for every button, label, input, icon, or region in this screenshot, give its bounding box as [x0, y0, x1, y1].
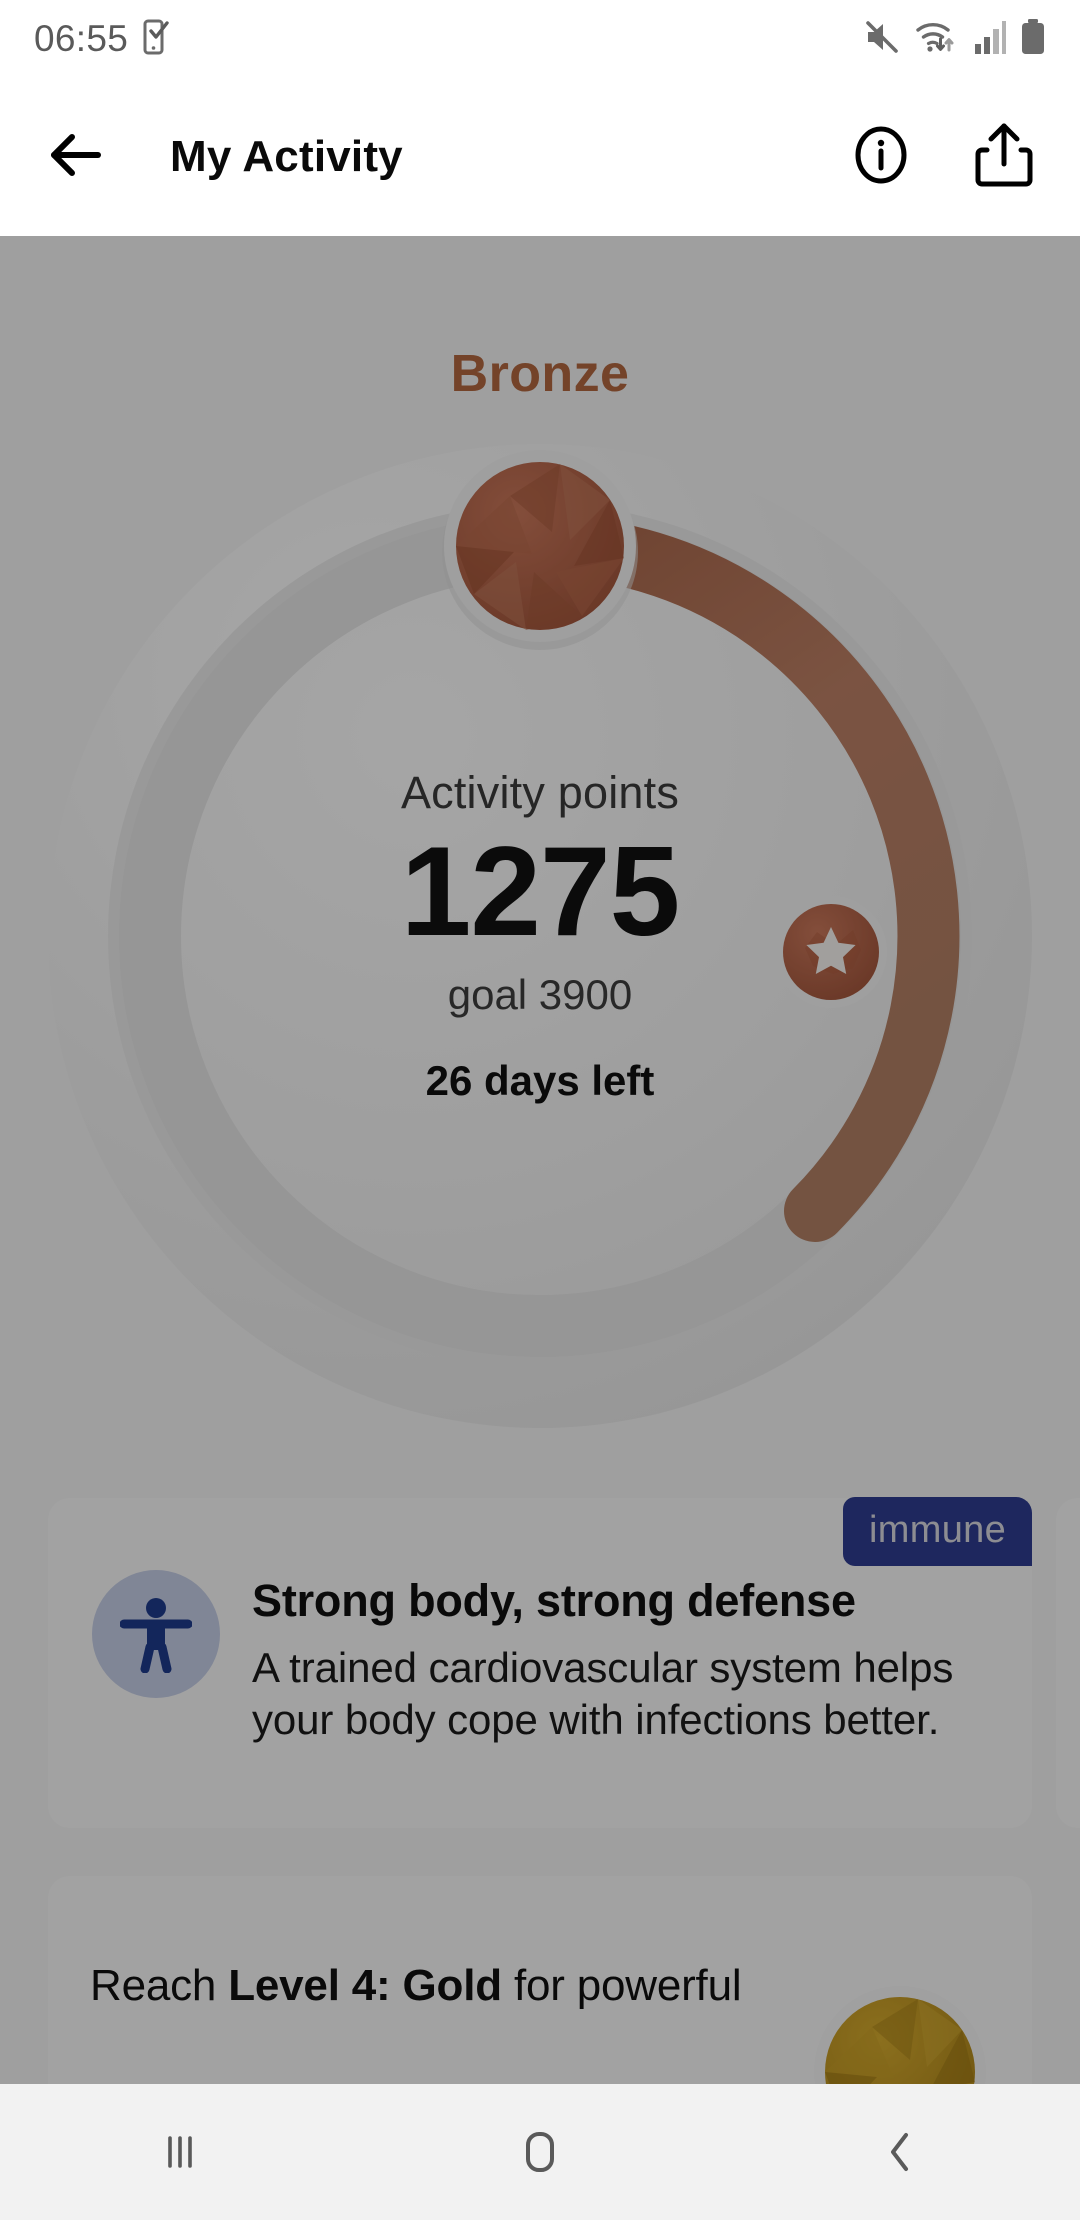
- gold-gem-icon: [812, 1984, 988, 2084]
- benefit-card-body: A trained cardiovascular system helps yo…: [252, 1644, 954, 1744]
- recents-icon[interactable]: [105, 2084, 255, 2220]
- ring-svg: [48, 444, 1032, 1428]
- wifi-icon: [914, 18, 960, 61]
- app-bar-actions: [850, 122, 1034, 193]
- next-level-prefix: Reach: [90, 1961, 229, 2010]
- tier-label: Bronze: [450, 345, 630, 403]
- benefit-card[interactable]: immune Strong body, strong defense A tra…: [48, 1497, 1032, 1828]
- system-nav-bar: [0, 2084, 1080, 2220]
- next-level-bold: Level 4: Gold: [228, 1961, 502, 2010]
- next-level-card[interactable]: Reach Level 4: Gold for powerful: [48, 1876, 1032, 2084]
- phone-check-icon: [142, 19, 172, 60]
- info-icon[interactable]: [850, 124, 912, 191]
- benefit-card-next-peek[interactable]: [1056, 1498, 1080, 1828]
- next-level-suffix: for powerful: [501, 1961, 742, 2010]
- mute-icon: [863, 18, 901, 61]
- bronze-gem-icon[interactable]: [442, 450, 638, 650]
- activity-content: Bronze Activity points 1275 goal 3900 26…: [0, 236, 1080, 2084]
- share-icon[interactable]: [974, 122, 1034, 193]
- status-bar-left: 06:55: [34, 18, 172, 60]
- signal-icon: [973, 18, 1007, 61]
- benefit-card-carousel[interactable]: immune Strong body, strong defense A tra…: [0, 1497, 1080, 1840]
- nav-back-icon[interactable]: [825, 2084, 975, 2220]
- next-level-text: Reach Level 4: Gold for powerful: [90, 1958, 810, 2014]
- benefit-card-title: Strong body, strong defense: [252, 1575, 856, 1626]
- home-icon[interactable]: [465, 2084, 615, 2220]
- benefit-card-inner: Strong body, strong defense A trained ca…: [92, 1570, 994, 1746]
- status-bar-clock: 06:55: [34, 18, 129, 59]
- app-bar: My Activity: [0, 78, 1080, 236]
- milestone-star-badge[interactable]: [775, 896, 887, 1008]
- battery-icon: [1020, 18, 1046, 61]
- status-bar-right: [863, 18, 1046, 61]
- page-title: My Activity: [170, 132, 403, 181]
- back-arrow-icon[interactable]: [46, 127, 106, 188]
- accessibility-person-icon: [92, 1570, 220, 1698]
- status-badge: immune: [843, 1497, 1032, 1566]
- status-bar: 06:55: [0, 0, 1080, 78]
- activity-progress-ring[interactable]: Activity points 1275 goal 3900 26 days l…: [40, 436, 1040, 1436]
- benefit-card-text: Strong body, strong defense A trained ca…: [252, 1570, 994, 1746]
